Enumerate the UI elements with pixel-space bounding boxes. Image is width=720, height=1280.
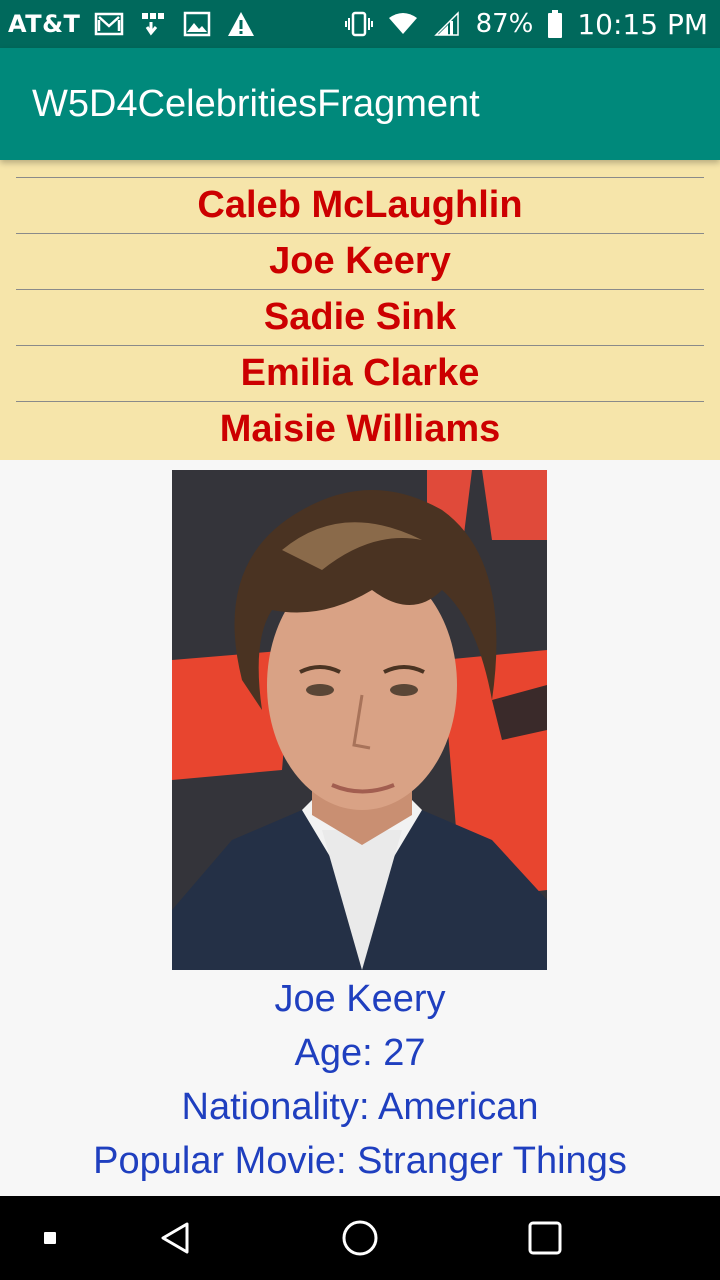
status-left: AT&T: [8, 9, 256, 39]
app-title: W5D4CelebritiesFragment: [32, 82, 480, 125]
celebrity-photo: [172, 470, 547, 970]
detail-age: Age: 27: [294, 1032, 426, 1074]
signal-icon: [432, 9, 462, 39]
back-icon[interactable]: [150, 1214, 200, 1262]
battery-icon: [547, 9, 563, 39]
celebrity-list: Caleb McLaughlin Joe Keery Sadie Sink Em…: [0, 160, 720, 460]
status-right: 87% 10:15 PM: [344, 8, 708, 41]
wifi-icon: [388, 9, 418, 39]
list-item[interactable]: Joe Keery: [16, 233, 704, 289]
list-item[interactable]: Sadie Sink: [16, 289, 704, 345]
detail-nationality: Nationality: American: [181, 1086, 539, 1128]
warning-icon: [226, 9, 256, 39]
battery-percent: 87%: [475, 9, 534, 39]
celebrity-detail: Joe Keery Age: 27 Nationality: American …: [0, 460, 720, 1196]
gmail-icon: [94, 9, 124, 39]
app-bar: W5D4CelebritiesFragment: [0, 48, 720, 160]
clock: 10:15 PM: [577, 7, 708, 41]
usb-debug-icon: [138, 9, 168, 39]
list-item[interactable]: Caleb McLaughlin: [16, 177, 704, 233]
vibrate-icon: [344, 9, 374, 39]
recent-dot-icon[interactable]: [40, 1226, 60, 1250]
carrier-label: AT&T: [8, 10, 81, 38]
list-item[interactable]: Emilia Clarke: [16, 345, 704, 401]
status-bar: AT&T 87% 10:15 PM: [0, 0, 720, 48]
image-icon: [182, 9, 212, 39]
overview-icon[interactable]: [520, 1214, 570, 1262]
detail-name: Joe Keery: [274, 978, 446, 1020]
navigation-bar: [0, 1196, 720, 1280]
detail-popular-movie: Popular Movie: Stranger Things: [93, 1140, 627, 1182]
list-item[interactable]: Maisie Williams: [16, 401, 704, 457]
home-icon[interactable]: [335, 1214, 385, 1262]
